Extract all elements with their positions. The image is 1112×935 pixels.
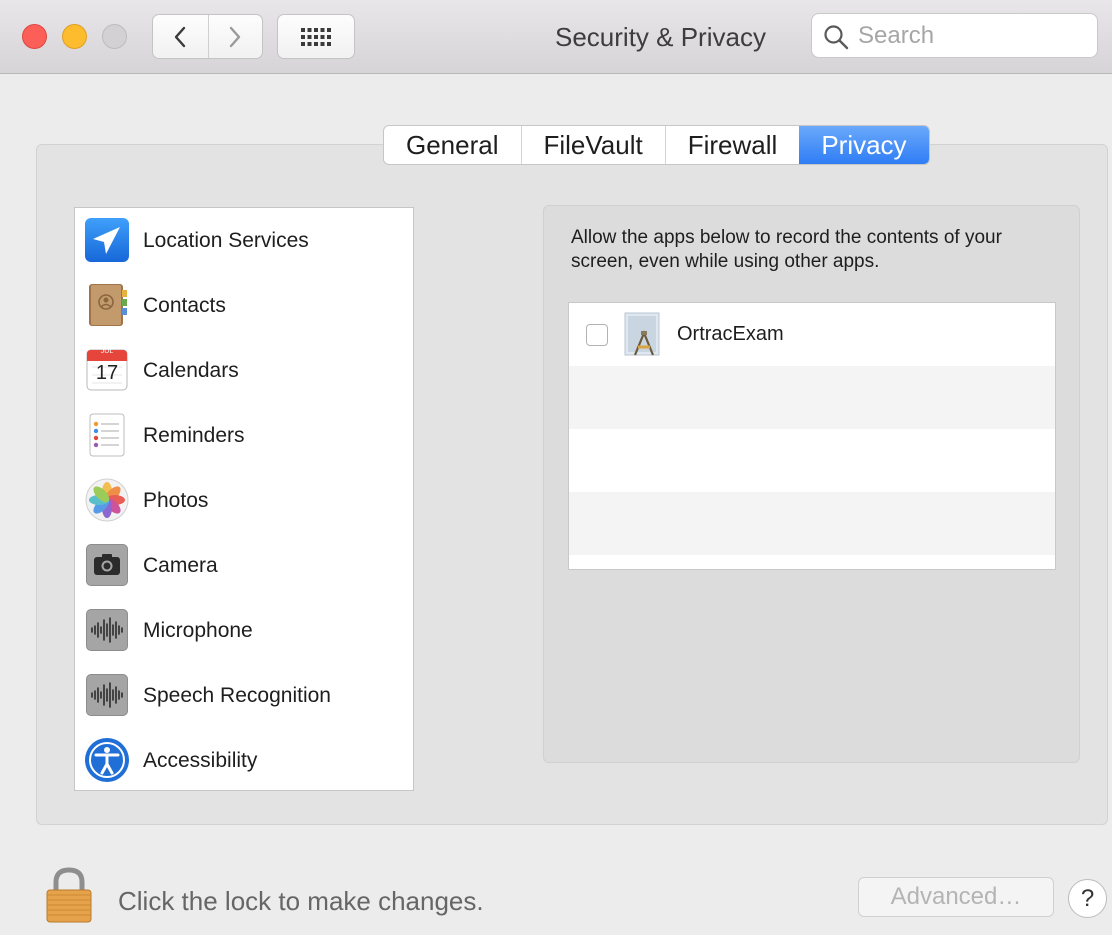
sidebar-item-calendars[interactable]: JUL 17 Calendars [75,338,413,403]
empty-row [569,429,1055,492]
search-field[interactable] [811,13,1098,58]
navigation-buttons [152,14,263,59]
photos-icon [85,478,129,522]
lock-message: Click the lock to make changes. [118,886,484,916]
advanced-button[interactable]: Advanced… [858,877,1054,917]
sidebar-item-contacts[interactable]: Contacts [75,273,413,338]
sidebar-item-location-services[interactable]: Location Services [75,208,413,273]
window-title: Security & Privacy [555,22,766,52]
search-icon [824,25,849,50]
grid-icon [301,27,331,46]
microphone-icon [86,609,128,651]
list-item[interactable]: OrtracExam [569,303,1055,366]
app-list[interactable]: OrtracExam [568,302,1056,570]
title-bar: Security & Privacy [0,0,1112,74]
chevron-left-icon [175,26,186,47]
sidebar-item-label: Photos [143,488,209,512]
help-button[interactable]: ? [1068,879,1107,918]
tab-filevault[interactable]: FileVault [520,126,665,164]
location-services-icon [85,218,129,262]
app-enable-checkbox[interactable] [586,324,608,346]
reminders-icon [89,413,125,457]
sidebar-item-label: Speech Recognition [143,683,331,707]
lock-icon[interactable] [44,866,94,924]
show-all-button[interactable] [277,14,355,59]
sidebar-item-label: Microphone [143,618,253,642]
speech-recognition-icon [86,674,128,716]
screen-recording-description: Allow the apps below to record the conte… [571,227,1002,272]
sidebar-item-microphone[interactable]: Microphone [75,598,413,663]
sidebar-item-label: Calendars [143,358,239,382]
sidebar-item-label: Location Services [143,228,309,252]
sidebar-item-label: Accessibility [143,748,258,772]
tab-bar: General FileVault Firewall Privacy [383,125,930,165]
zoom-window-button[interactable] [102,24,127,49]
accessibility-icon [85,738,129,782]
sidebar-item-label: Reminders [143,423,245,447]
sidebar-item-speech-recognition[interactable]: Speech Recognition [75,663,413,728]
sidebar-item-label: Camera [143,553,218,577]
empty-row [569,366,1055,429]
close-window-button[interactable] [22,24,47,49]
calendar-day: 17 [95,362,119,384]
sidebar-item-accessibility[interactable]: Accessibility [75,728,413,790]
chevron-right-icon [230,26,241,47]
contacts-icon [89,284,127,326]
tab-general[interactable]: General [384,126,521,164]
empty-row [569,492,1055,555]
camera-icon [86,544,128,586]
app-name: OrtracExam [677,323,784,345]
sidebar-item-label: Contacts [143,293,226,317]
app-generic-icon [624,312,660,356]
tab-firewall[interactable]: Firewall [664,126,800,164]
privacy-category-list[interactable]: Location Services Contacts JUL 17 Calend… [74,207,414,791]
sidebar-item-reminders[interactable]: Reminders [75,403,413,468]
back-button[interactable] [153,15,208,58]
search-input[interactable] [858,20,1088,52]
forward-button[interactable] [207,15,263,58]
tab-privacy[interactable]: Privacy [799,126,929,164]
sidebar-item-photos[interactable]: Photos [75,468,413,533]
sidebar-item-camera[interactable]: Camera [75,533,413,598]
minimize-window-button[interactable] [62,24,87,49]
calendar-month: JUL [100,348,114,355]
